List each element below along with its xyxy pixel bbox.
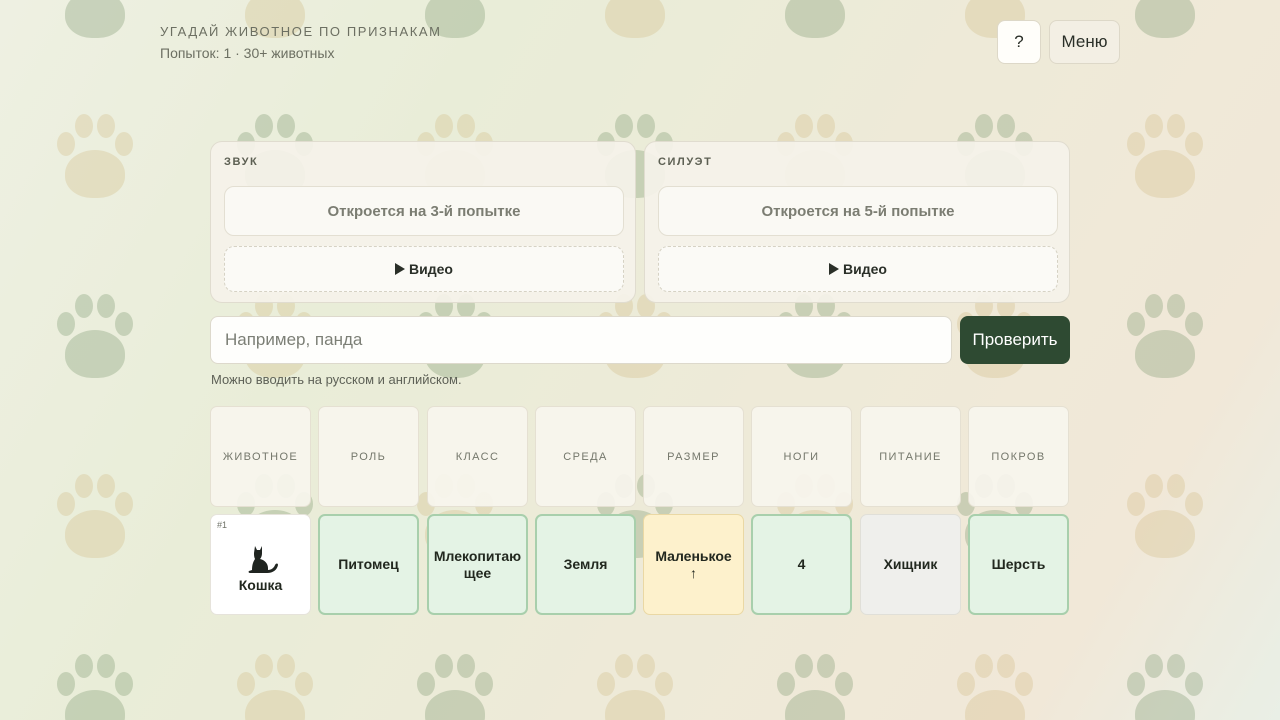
silhouette-clue-locked-notice: Откроется на 5-й попытке	[658, 186, 1058, 236]
cat-silhouette-icon	[248, 546, 278, 574]
paw-print-icon	[55, 114, 135, 204]
paw-print-icon	[775, 654, 855, 720]
silhouette-video-label: Видео	[843, 261, 887, 277]
sound-clue-card: ЗВУК Откроется на 3-й попытке Видео	[210, 141, 636, 303]
guess-legs-cell: 4	[751, 514, 852, 615]
paw-print-icon	[235, 654, 315, 720]
paw-print-icon	[415, 654, 495, 720]
column-header-habitat: СРЕДА	[535, 406, 636, 507]
guess-diet-cell: Хищник	[860, 514, 961, 615]
paw-print-icon	[55, 654, 135, 720]
paw-print-icon	[1125, 474, 1205, 564]
input-hint: Можно вводить на русском и английском.	[211, 372, 462, 387]
paw-print-icon	[1125, 114, 1205, 204]
help-button[interactable]: ?	[997, 20, 1041, 64]
guess-role-cell: Питомец	[318, 514, 419, 615]
guess-number: #1	[217, 520, 228, 530]
guess-animal-name: Кошка	[238, 577, 283, 594]
column-header-animal: ЖИВОТНОЕ	[210, 406, 311, 507]
paw-print-icon	[595, 654, 675, 720]
paw-print-icon	[55, 474, 135, 564]
sound-clue-title: ЗВУК	[224, 156, 259, 168]
silhouette-clue-title: СИЛУЭТ	[658, 156, 713, 168]
guess-class-cell: Млекопитающее	[427, 514, 528, 615]
silhouette-video-button[interactable]: Видео	[658, 246, 1058, 292]
guess-class-value: Млекопитающее	[433, 548, 522, 581]
check-button[interactable]: Проверить	[960, 316, 1070, 364]
silhouette-clue-card: СИЛУЭТ Откроется на 5-й попытке Видео	[644, 141, 1070, 303]
sound-clue-locked-notice: Откроется на 3-й попытке	[224, 186, 624, 236]
paw-print-icon	[1125, 294, 1205, 384]
sound-video-label: Видео	[409, 261, 453, 277]
column-header-class: КЛАСС	[427, 406, 528, 507]
column-header-size: РАЗМЕР	[643, 406, 744, 507]
guess-animal-cell: #1 Кошка	[210, 514, 311, 615]
guess-size-value: Маленькое	[655, 548, 732, 565]
attempts-counter: Попыток: 1 · 30+ животных	[160, 45, 335, 61]
paw-print-icon	[775, 0, 855, 44]
play-icon	[829, 263, 840, 275]
column-header-diet: ПИТАНИЕ	[860, 406, 961, 507]
page-title: УГАДАЙ ЖИВОТНОЕ ПО ПРИЗНАКАМ	[160, 24, 442, 39]
menu-button[interactable]: Меню	[1049, 20, 1120, 64]
guess-size-content: Маленькое ↑	[655, 548, 731, 580]
sound-video-button[interactable]: Видео	[224, 246, 624, 292]
play-icon	[395, 263, 406, 275]
guess-input[interactable]	[210, 316, 952, 364]
paw-print-icon	[55, 0, 135, 44]
guess-size-cell: Маленькое ↑	[643, 514, 744, 615]
paw-print-icon	[955, 654, 1035, 720]
guess-habitat-cell: Земля	[535, 514, 636, 615]
paw-print-icon	[1125, 654, 1205, 720]
column-header-legs: НОГИ	[751, 406, 852, 507]
paw-print-icon	[55, 294, 135, 384]
guess-covering-cell: Шерсть	[968, 514, 1069, 615]
paw-print-icon	[1125, 0, 1205, 44]
column-header-covering: ПОКРОВ	[968, 406, 1069, 507]
arrow-up-icon: ↑	[690, 564, 697, 581]
column-header-role: РОЛЬ	[318, 406, 419, 507]
paw-print-icon	[595, 0, 675, 44]
